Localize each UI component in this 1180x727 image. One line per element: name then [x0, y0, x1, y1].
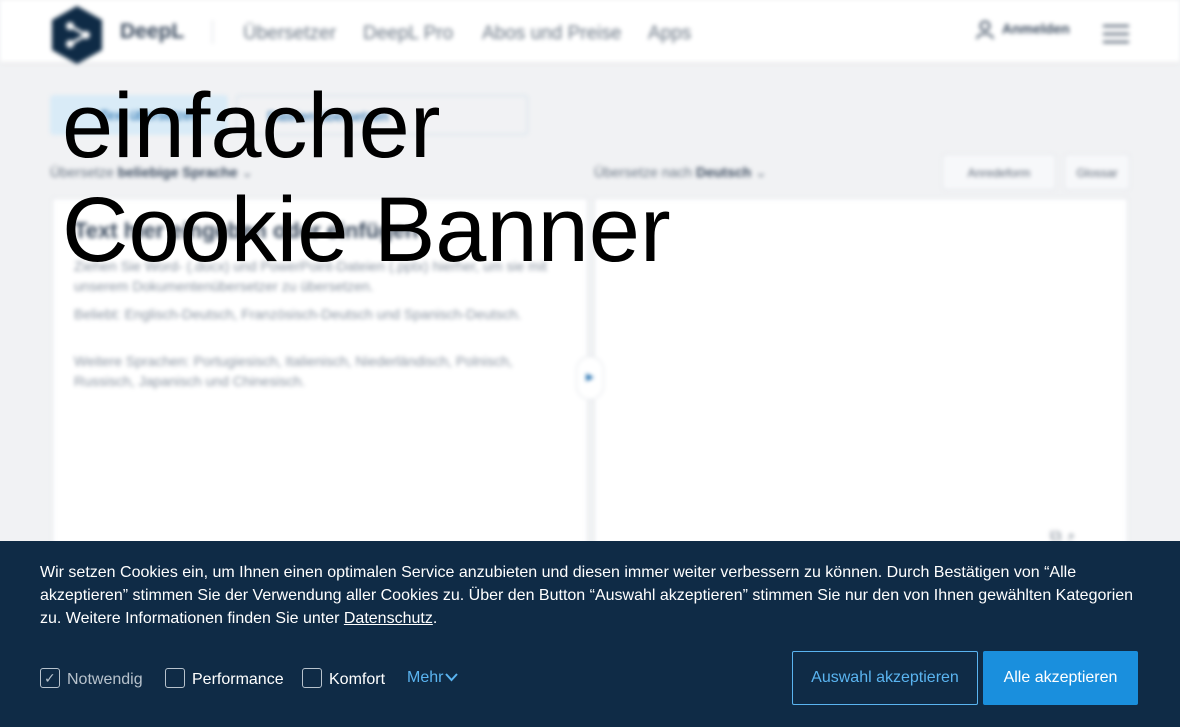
more-label: Mehr: [407, 669, 444, 686]
login-link[interactable]: Anmelden: [976, 20, 1070, 40]
source-placeholder-docs: Ziehen Sie Word- (.docx) und PowerPoint-…: [74, 258, 547, 294]
target-text-panel[interactable]: [594, 198, 1128, 558]
cookie-text-body: Wir setzen Cookies ein, um Ihnen einen o…: [40, 564, 1134, 627]
top-navigation-bar: DeepL Übersetzer DeepL Pro Abos und Prei…: [0, 0, 1180, 64]
checkbox-comfort-label[interactable]: Komfort: [329, 669, 385, 691]
cookie-banner: Wir setzen Cookies ein, um Ihnen einen o…: [0, 541, 1180, 727]
hamburger-menu-icon[interactable]: [1103, 25, 1129, 43]
glossary-button[interactable]: Glossar: [1064, 154, 1130, 190]
checkbox-box[interactable]: [302, 668, 322, 688]
accept-all-button[interactable]: Alle akzeptieren: [983, 651, 1138, 705]
cookie-text-end: .: [432, 610, 438, 627]
header-divider: [212, 20, 213, 44]
target-language-label: Übersetze nach: [594, 164, 693, 180]
login-label: Anmelden: [1002, 20, 1070, 37]
cookie-banner-text: Wir setzen Cookies ein, um Ihnen einen o…: [40, 561, 1140, 630]
chevron-down-icon: [445, 673, 459, 682]
nav-apps[interactable]: Apps: [648, 23, 691, 45]
tab-translate-files[interactable]: Dateien übersetzen: [236, 95, 528, 135]
nav-pricing[interactable]: Abos und Preise: [482, 23, 621, 45]
user-icon: [976, 20, 994, 40]
nav-translator[interactable]: Übersetzer: [243, 23, 336, 45]
target-language-value: Deutsch: [695, 164, 752, 180]
checkbox-box[interactable]: [165, 668, 185, 688]
formality-dropdown[interactable]: Anredeform: [942, 154, 1056, 190]
source-placeholder-more-languages: Weitere Sprachen: Portugiesisch, Italien…: [74, 353, 513, 389]
target-language-selector[interactable]: Übersetze nach Deutsch ⌄: [594, 164, 767, 181]
swap-arrow-icon[interactable]: ▶: [576, 356, 604, 400]
source-language-selector[interactable]: Übersetze beliebige Sprache ⌄: [50, 164, 253, 181]
more-toggle[interactable]: Mehr: [407, 669, 459, 687]
chevron-down-icon: ⌄: [241, 164, 254, 180]
source-language-value: beliebige Sprache: [117, 164, 238, 180]
deepl-app-background: DeepL Übersetzer DeepL Pro Abos und Prei…: [0, 0, 1180, 727]
nav-deepl-pro[interactable]: DeepL Pro: [363, 23, 453, 45]
source-language-label: Übersetze: [50, 164, 114, 180]
deepl-logo-icon[interactable]: [50, 4, 104, 66]
checkbox-necessary-label: Notwendig: [67, 671, 143, 688]
checkmark-icon: ✓: [44, 670, 56, 686]
chevron-down-icon: ⌄: [755, 164, 767, 180]
tab-translate-text[interactable]: Text übersetzen: [50, 95, 228, 135]
source-placeholder-popular: Beliebt: Englisch-Deutsch, Französisch-D…: [74, 306, 522, 322]
privacy-link[interactable]: Datenschutz: [344, 610, 433, 627]
accept-selection-button[interactable]: Auswahl akzeptieren: [792, 651, 978, 705]
source-placeholder-heading: Text hier eingeben oder einfügen: [74, 218, 419, 243]
brand-name[interactable]: DeepL: [120, 20, 184, 44]
checkbox-performance-label[interactable]: Performance: [192, 669, 284, 691]
